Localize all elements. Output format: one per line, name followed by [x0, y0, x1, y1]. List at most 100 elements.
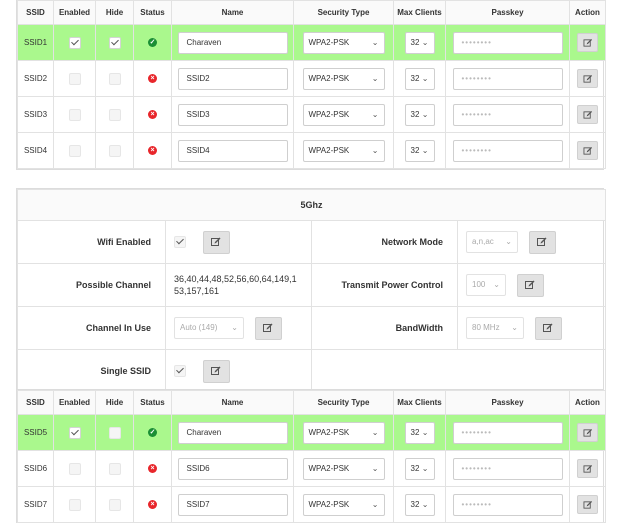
passkey-input[interactable]: ••••••••	[452, 31, 563, 54]
security-cell: WPA2-PSK ⌄	[293, 132, 394, 169]
chevron-down-icon: ⌄	[421, 73, 429, 83]
max-clients-select[interactable]: 32 ⌄	[404, 31, 435, 54]
max-clients-value: 32	[410, 109, 420, 119]
edit-button[interactable]	[577, 33, 598, 52]
ssid-label: SSID4	[17, 132, 54, 169]
header-security: Security Type	[293, 390, 394, 415]
bandwidth-edit-button[interactable]	[534, 316, 562, 340]
security-type-select[interactable]: WPA2-PSK ⌄	[302, 103, 385, 126]
passkey-input[interactable]: ••••••••	[452, 103, 563, 126]
enabled-checkbox[interactable]	[68, 108, 81, 121]
ssid-name-input[interactable]: SSID3	[177, 103, 288, 126]
security-type-value: WPA2-PSK	[308, 109, 350, 119]
ssid-label: SSID7	[17, 486, 54, 523]
channel-in-use-value: Auto (149)	[180, 323, 218, 332]
security-type-select[interactable]: WPA2-PSK ⌄	[302, 139, 385, 162]
hide-checkbox[interactable]	[108, 144, 121, 157]
security-type-select[interactable]: WPA2-PSK ⌄	[302, 493, 385, 516]
header-name: Name	[171, 390, 294, 415]
enabled-checkbox[interactable]	[68, 426, 81, 439]
enabled-cell	[53, 24, 96, 61]
ssid-table-panel-top: SSID Enabled Hide Status Name Security T…	[16, 0, 606, 170]
passkey-input[interactable]: ••••••••	[452, 493, 563, 516]
security-type-select[interactable]: WPA2-PSK ⌄	[302, 31, 385, 54]
passkey-input[interactable]: ••••••••	[452, 457, 563, 480]
bandwidth-select[interactable]: 80 MHz ⌄	[466, 317, 524, 339]
header-name: Name	[171, 0, 294, 25]
max-clients-select[interactable]: 32 ⌄	[404, 139, 435, 162]
network-mode-edit-button[interactable]	[528, 230, 556, 254]
security-type-value: WPA2-PSK	[308, 37, 350, 47]
security-type-select[interactable]: WPA2-PSK ⌄	[302, 421, 385, 444]
ssid-table-panel-bottom: SSID Enabled Hide Status Name Security T…	[16, 389, 606, 523]
edit-button[interactable]	[577, 69, 598, 88]
max-clients-select[interactable]: 32 ⌄	[404, 67, 435, 90]
edit-button[interactable]	[577, 459, 598, 478]
header-passkey: Passkey	[445, 0, 570, 25]
ssid-name-input[interactable]: SSID6	[177, 457, 288, 480]
channel-in-use-edit-button[interactable]	[254, 316, 282, 340]
chevron-down-icon: ⌄	[371, 73, 379, 83]
ssid-name-input[interactable]: SSID4	[177, 139, 288, 162]
max-clients-select[interactable]: 32 ⌄	[404, 103, 435, 126]
hide-checkbox[interactable]	[108, 72, 121, 85]
ssid-label: SSID5	[17, 414, 54, 451]
security-type-select[interactable]: WPA2-PSK ⌄	[302, 457, 385, 480]
chevron-down-icon: ⌄	[371, 109, 379, 119]
ssid-name-input[interactable]: SSID7	[177, 493, 288, 516]
enabled-checkbox[interactable]	[68, 72, 81, 85]
check-circle-icon: ✓	[148, 38, 157, 48]
tx-power-cell: 100 ⌄	[456, 263, 607, 307]
ssid-name-input[interactable]: Charaven	[177, 31, 288, 54]
tx-power-edit-button[interactable]	[516, 273, 544, 297]
status-cell: ×	[133, 96, 172, 133]
header-status: Status	[133, 390, 172, 415]
name-cell: SSID6	[171, 450, 294, 487]
header-status: Status	[133, 0, 172, 25]
edit-button[interactable]	[577, 495, 598, 514]
edit-icon	[543, 323, 553, 332]
single-ssid-checkbox[interactable]	[174, 365, 186, 377]
single-ssid-edit-button[interactable]	[202, 359, 230, 383]
edit-button[interactable]	[577, 141, 598, 160]
hide-checkbox[interactable]	[108, 426, 121, 439]
ssid-name-input[interactable]: Charaven	[177, 421, 288, 444]
security-type-value: WPA2-PSK	[308, 463, 350, 473]
tx-power-select[interactable]: 100 ⌄	[466, 274, 506, 296]
band-5ghz-grid: 5Ghz Wifi Enabled Network Mode a,n,ac ⌄ P…	[16, 189, 607, 393]
table-header-row: SSID Enabled Hide Status Name Security T…	[17, 390, 606, 415]
hide-checkbox[interactable]	[108, 498, 121, 511]
passkey-cell: ••••••••	[445, 132, 570, 169]
passkey-input[interactable]: ••••••••	[452, 421, 563, 444]
security-type-select[interactable]: WPA2-PSK ⌄	[302, 67, 385, 90]
chevron-down-icon: ⌄	[505, 237, 512, 246]
max-clients-select[interactable]: 32 ⌄	[404, 457, 435, 480]
table-row: SSID6 × SSID6 WPA2-PSK ⌄ 32 ⌄ ••••••••	[17, 450, 606, 487]
enabled-checkbox[interactable]	[68, 36, 81, 49]
single-ssid-cell	[165, 349, 312, 393]
max-clients-select[interactable]: 32 ⌄	[404, 493, 435, 516]
hide-checkbox[interactable]	[108, 36, 121, 49]
edit-icon	[583, 464, 592, 473]
wifi-enabled-checkbox[interactable]	[174, 236, 186, 248]
enabled-checkbox[interactable]	[68, 144, 81, 157]
enabled-checkbox[interactable]	[68, 462, 81, 475]
header-enabled: Enabled	[53, 390, 96, 415]
channel-in-use-select[interactable]: Auto (149) ⌄	[174, 317, 244, 339]
enabled-checkbox[interactable]	[68, 498, 81, 511]
wifi-enabled-edit-button[interactable]	[202, 230, 230, 254]
edit-button[interactable]	[577, 423, 598, 442]
passkey-input[interactable]: ••••••••	[452, 139, 563, 162]
header-max-clients: Max Clients	[393, 390, 446, 415]
ssid-name-input[interactable]: SSID2	[177, 67, 288, 90]
max-clients-select[interactable]: 32 ⌄	[404, 421, 435, 444]
hide-checkbox[interactable]	[108, 108, 121, 121]
network-mode-select[interactable]: a,n,ac ⌄	[466, 231, 518, 253]
header-hide: Hide	[95, 0, 134, 25]
single-ssid-label: Single SSID	[17, 349, 166, 393]
ssid-label: SSID3	[17, 96, 54, 133]
x-circle-icon: ×	[148, 464, 157, 474]
edit-button[interactable]	[577, 105, 598, 124]
passkey-input[interactable]: ••••••••	[452, 67, 563, 90]
hide-checkbox[interactable]	[108, 462, 121, 475]
